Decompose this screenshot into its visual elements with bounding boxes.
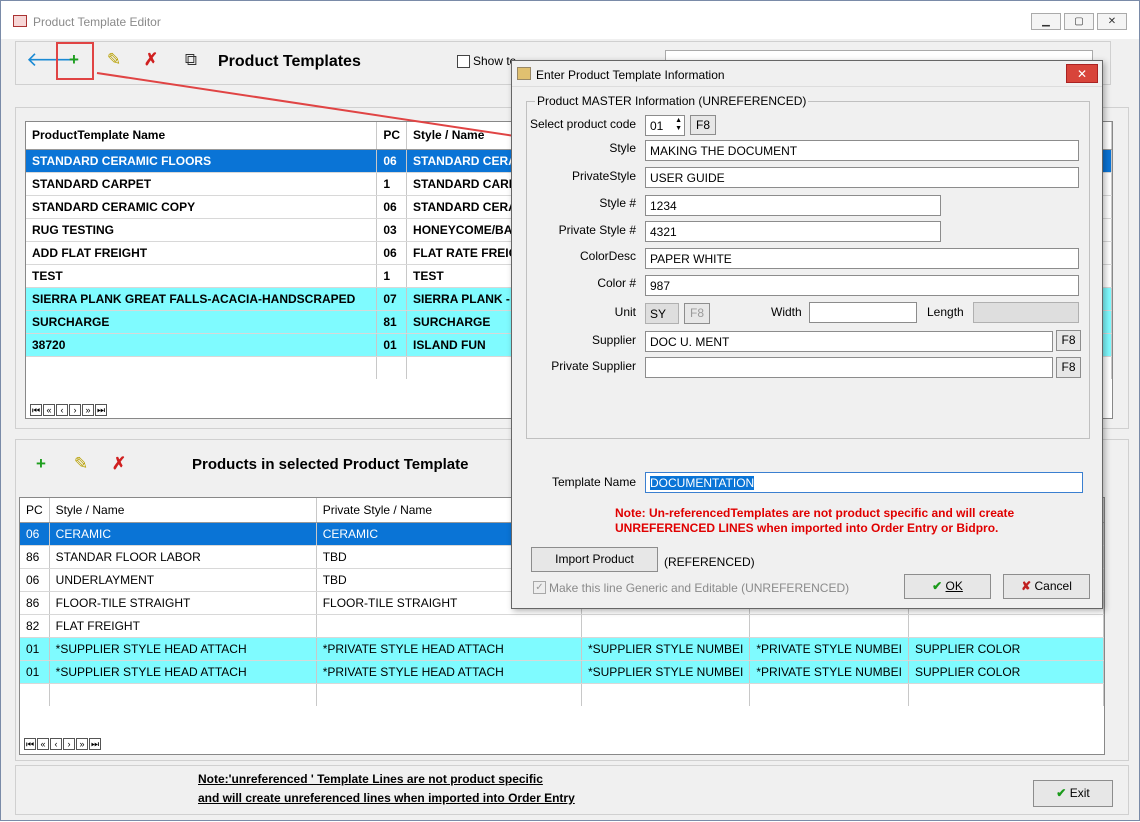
unit-label: Unit bbox=[614, 305, 636, 319]
import-suffix: (REFERENCED) bbox=[664, 555, 755, 569]
dialog-title-bar: Enter Product Template Information ✕ bbox=[512, 61, 1102, 87]
dialog-title: Enter Product Template Information bbox=[536, 68, 725, 82]
ok-button[interactable]: ✔ OK bbox=[904, 574, 991, 599]
x-icon: ✘ bbox=[1021, 579, 1032, 593]
unit-field: SY bbox=[645, 303, 679, 324]
spinner-arrows-icon[interactable]: ▲ ▼ bbox=[675, 117, 682, 133]
width-field[interactable] bbox=[809, 302, 917, 323]
style-number-field[interactable]: 1234 bbox=[645, 195, 941, 216]
color-desc-field[interactable]: PAPER WHITE bbox=[645, 248, 1079, 269]
product-template-dialog: Enter Product Template Information ✕ Pro… bbox=[511, 60, 1103, 609]
color-number-label: Color # bbox=[597, 276, 636, 290]
import-product-button[interactable]: Import Product bbox=[531, 547, 658, 572]
generic-editable-label: Make this line Generic and Editable (UNR… bbox=[549, 581, 850, 595]
select-code-label: Select product code bbox=[530, 117, 637, 131]
template-name-field[interactable]: DOCUMENTATION bbox=[645, 472, 1083, 493]
style-number-label: Style # bbox=[599, 196, 636, 210]
group-legend: Product MASTER Information (UNREFERENCED… bbox=[535, 94, 809, 108]
private-style-number-label: Private Style # bbox=[558, 223, 636, 237]
private-style-field[interactable]: USER GUIDE bbox=[645, 167, 1079, 188]
dialog-note-line2: UNREFERENCED LINES when imported into Or… bbox=[615, 521, 999, 535]
private-supplier-label: Private Supplier bbox=[551, 359, 636, 373]
private-supplier-f8-button[interactable]: F8 bbox=[1056, 357, 1081, 378]
select-code-f8-button[interactable]: F8 bbox=[690, 115, 716, 135]
unit-f8-button[interactable]: F8 bbox=[684, 303, 710, 324]
cancel-button[interactable]: ✘ Cancel bbox=[1003, 574, 1090, 599]
dialog-icon bbox=[517, 67, 531, 80]
dialog-close-button[interactable]: ✕ bbox=[1066, 64, 1098, 83]
product-template-editor-window: Product Template Editor ▁ ▢ ✕ 🡐 + ✎ ✗ ⧉ … bbox=[0, 0, 1140, 821]
private-style-label: PrivateStyle bbox=[571, 169, 636, 183]
color-desc-label: ColorDesc bbox=[579, 249, 636, 263]
generic-editable-checkbox[interactable]: ✓ bbox=[533, 581, 546, 594]
supplier-label: Supplier bbox=[591, 333, 636, 347]
private-supplier-field[interactable] bbox=[645, 357, 1053, 378]
width-label: Width bbox=[771, 305, 802, 319]
template-name-label: Template Name bbox=[551, 475, 636, 489]
length-field bbox=[973, 302, 1079, 323]
length-label: Length bbox=[927, 305, 964, 319]
product-code-spinner[interactable]: 01 ▲ ▼ bbox=[645, 115, 685, 136]
color-number-field[interactable]: 987 bbox=[645, 275, 1079, 296]
check-icon: ✔ bbox=[932, 579, 943, 593]
supplier-f8-button[interactable]: F8 bbox=[1056, 330, 1081, 351]
supplier-field[interactable]: DOC U. MENT bbox=[645, 331, 1053, 352]
private-style-number-field[interactable]: 4321 bbox=[645, 221, 941, 242]
style-label: Style bbox=[609, 141, 636, 155]
style-field[interactable]: MAKING THE DOCUMENT bbox=[645, 140, 1079, 161]
dialog-note-line1: Note: Un-referencedTemplates are not pro… bbox=[615, 506, 1015, 520]
